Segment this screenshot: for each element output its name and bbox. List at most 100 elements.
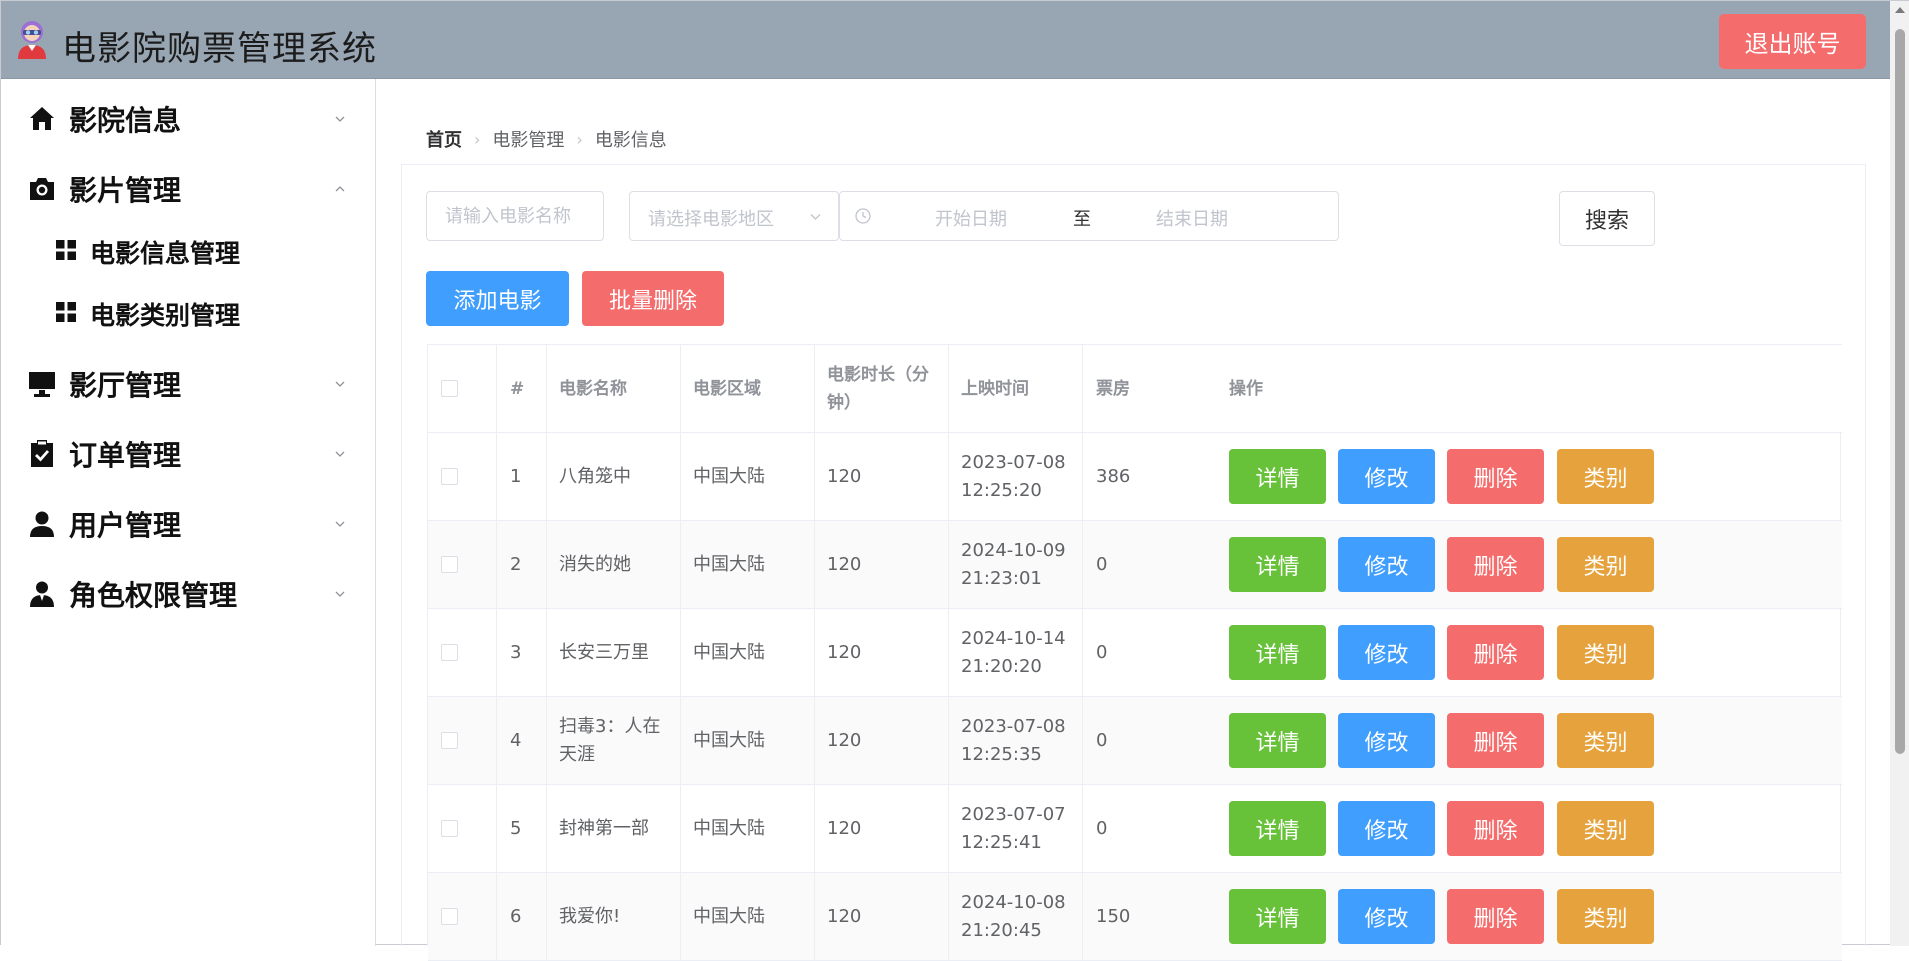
cell-movie-name: 封神第一部 (559, 817, 649, 839)
column-divider (680, 609, 681, 696)
row-checkbox[interactable] (441, 644, 458, 661)
category-button[interactable]: 类别 (1557, 713, 1654, 768)
delete-button[interactable]: 删除 (1447, 889, 1544, 944)
delete-button[interactable]: 删除 (1447, 449, 1544, 504)
detail-button[interactable]: 详情 (1229, 449, 1326, 504)
edit-button[interactable]: 修改 (1338, 713, 1435, 768)
sidebar-item-label: 用户管理 (69, 509, 182, 542)
category-button[interactable]: 类别 (1557, 801, 1654, 856)
sidebar-subitem-label: 电影信息管理 (90, 239, 241, 268)
movie-table: # 电影名称 电影区域 电影时长（分钟） 上映时间 票房 操作 1 八角笼中 中国大… (427, 344, 1842, 961)
column-divider (546, 345, 547, 432)
detail-button[interactable]: 详情 (1229, 625, 1326, 680)
sidebar-item-role-permission[interactable]: 角色权限管理 (1, 564, 375, 624)
delete-button[interactable]: 删除 (1447, 537, 1544, 592)
edit-button[interactable]: 修改 (1338, 889, 1435, 944)
region-select[interactable]: 请选择电影地区 (629, 191, 839, 241)
start-date-input[interactable]: 开始日期 (935, 205, 1007, 231)
cell-movie-name: 消失的她 (559, 553, 631, 575)
detail-button[interactable]: 详情 (1229, 889, 1326, 944)
row-checkbox[interactable] (441, 556, 458, 573)
cell-duration: 120 (827, 817, 862, 839)
column-header-duration: 电影时长（分钟） (827, 364, 929, 413)
breadcrumb-movie-info: 电影信息 (594, 130, 667, 151)
cell-box-office: 0 (1096, 641, 1108, 663)
sidebar-item-label: 影厅管理 (69, 369, 182, 402)
category-button[interactable]: 类别 (1557, 625, 1654, 680)
column-divider (814, 433, 815, 520)
cell-index: 2 (510, 553, 522, 575)
sidebar-item-movie-management[interactable]: 影片管理 (1, 159, 375, 219)
breadcrumb: 首页 › 电影管理 › 电影信息 (426, 126, 667, 152)
column-divider (1082, 785, 1083, 872)
cell-box-office: 386 (1096, 465, 1131, 487)
column-divider (948, 609, 949, 696)
row-select-cell (441, 873, 458, 960)
page-scrollbar[interactable] (1890, 1, 1909, 946)
column-divider (546, 521, 547, 608)
category-button[interactable]: 类别 (1557, 889, 1654, 944)
row-checkbox[interactable] (441, 468, 458, 485)
column-divider (814, 521, 815, 608)
grid-icon (56, 302, 76, 322)
movie-name-input[interactable] (426, 191, 604, 241)
sidebar-subitem-movie-category[interactable]: 电影类别管理 (1, 287, 375, 339)
row-checkbox[interactable] (441, 908, 458, 925)
column-header-index: # (510, 378, 525, 399)
row-select-cell (441, 433, 458, 520)
breadcrumb-home[interactable]: 首页 (426, 126, 462, 152)
edit-button[interactable]: 修改 (1338, 449, 1435, 504)
edit-button[interactable]: 修改 (1338, 625, 1435, 680)
end-date-input[interactable]: 结束日期 (1156, 205, 1228, 231)
logout-button[interactable]: 退出账号 (1719, 14, 1866, 69)
table-row: 2 消失的她 中国大陆 120 2024-10-09 21:23:01 0 详情 修改 删除 类别 (428, 521, 1842, 609)
column-divider (948, 697, 949, 784)
breadcrumb-separator-icon: › (474, 129, 481, 149)
cell-release-time: 2023-07-08 12:25:20 (961, 451, 1066, 501)
app-title: 电影院购票管理系统 (62, 29, 377, 69)
sidebar-item-order-management[interactable]: 订单管理 (1, 424, 375, 484)
scrollbar-thumb[interactable] (1895, 29, 1905, 754)
column-divider (680, 345, 681, 432)
select-all-checkbox[interactable] (441, 380, 458, 397)
table-row: 6 我爱你! 中国大陆 120 2024-10-08 21:20:45 150 详情 修改 删除… (428, 873, 1842, 961)
cell-duration: 120 (827, 641, 862, 663)
column-divider (680, 873, 681, 960)
edit-button[interactable]: 修改 (1338, 801, 1435, 856)
grid-icon (56, 240, 76, 260)
detail-button[interactable]: 详情 (1229, 713, 1326, 768)
detail-button[interactable]: 详情 (1229, 537, 1326, 592)
sidebar-item-cinema-info[interactable]: 影院信息 (1, 89, 375, 149)
table-row: 4 扫毒3：人在天涯 中国大陆 120 2023-07-08 12:25:35 0 详情 修改… (428, 697, 1842, 785)
sidebar-item-user-management[interactable]: 用户管理 (1, 494, 375, 554)
app-window: 电影院购票管理系统 退出账号 影院信息 影片管理 电影信息管理 电影类别管理 影… (0, 0, 1909, 961)
sidebar-subitem-label: 电影类别管理 (90, 301, 241, 330)
column-divider (496, 345, 497, 432)
delete-button[interactable]: 删除 (1447, 801, 1544, 856)
row-checkbox[interactable] (441, 820, 458, 837)
user-role-icon (30, 581, 54, 607)
table-header-row: # 电影名称 电影区域 电影时长（分钟） 上映时间 票房 操作 (428, 344, 1842, 433)
column-divider (680, 785, 681, 872)
category-button[interactable]: 类别 (1557, 537, 1654, 592)
date-range-picker[interactable]: 开始日期 至 结束日期 (839, 191, 1339, 241)
chevron-down-icon (335, 591, 345, 597)
detail-button[interactable]: 详情 (1229, 801, 1326, 856)
edit-button[interactable]: 修改 (1338, 537, 1435, 592)
cell-box-office: 150 (1096, 905, 1131, 927)
scroll-up-arrow-icon[interactable] (1895, 7, 1905, 13)
delete-button[interactable]: 删除 (1447, 713, 1544, 768)
column-divider (546, 697, 547, 784)
column-divider (814, 345, 815, 432)
row-checkbox[interactable] (441, 732, 458, 749)
category-button[interactable]: 类别 (1557, 449, 1654, 504)
sidebar-item-label: 角色权限管理 (69, 579, 238, 612)
add-movie-button[interactable]: 添加电影 (426, 271, 569, 326)
sidebar-subitem-movie-info[interactable]: 电影信息管理 (1, 225, 375, 277)
column-divider (1082, 433, 1083, 520)
batch-delete-button[interactable]: 批量删除 (582, 271, 724, 326)
sidebar-item-hall-management[interactable]: 影厅管理 (1, 354, 375, 414)
chevron-up-icon (335, 186, 345, 192)
delete-button[interactable]: 删除 (1447, 625, 1544, 680)
search-button[interactable]: 搜索 (1559, 191, 1655, 246)
